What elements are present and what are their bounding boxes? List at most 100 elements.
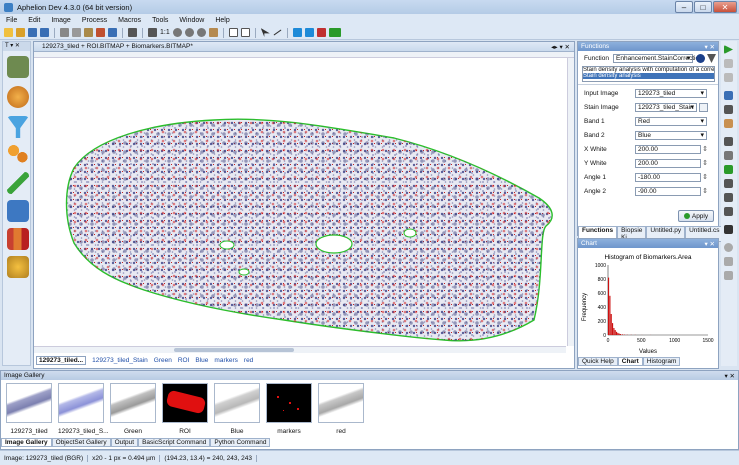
layers-icon[interactable] bbox=[304, 28, 314, 37]
chart-tool-icon[interactable] bbox=[7, 228, 29, 250]
filter-icon[interactable] bbox=[7, 116, 29, 138]
param-angle2-input[interactable]: -90.00 bbox=[635, 187, 708, 196]
function-select[interactable]: Enhancement.StainCorrection bbox=[613, 54, 703, 63]
thumb-roi[interactable] bbox=[162, 383, 208, 423]
window2-icon[interactable] bbox=[724, 193, 733, 202]
gamepad-icon[interactable] bbox=[724, 225, 733, 234]
open-icon[interactable] bbox=[16, 28, 25, 37]
tab-chart[interactable]: Chart bbox=[617, 357, 643, 366]
minimize-button[interactable]: – bbox=[675, 1, 693, 13]
tab-basicscript-command[interactable]: BasicScript Command bbox=[138, 438, 211, 447]
undo-icon[interactable] bbox=[96, 28, 105, 37]
menu-window[interactable]: Window bbox=[179, 17, 204, 24]
lasso-icon[interactable] bbox=[724, 257, 733, 266]
zoom-region-icon[interactable] bbox=[724, 105, 733, 114]
param-xwhite-input[interactable]: 200.00 bbox=[635, 145, 708, 154]
param-band1-select[interactable]: Red bbox=[635, 117, 707, 126]
param-band2-select[interactable]: Blue bbox=[635, 131, 707, 140]
particles-icon[interactable] bbox=[7, 144, 29, 166]
copy-icon[interactable] bbox=[72, 28, 81, 37]
menu-macros[interactable]: Macros bbox=[118, 17, 141, 24]
pin-icon[interactable] bbox=[707, 54, 716, 63]
tab-python-command[interactable]: Python Command bbox=[210, 438, 271, 447]
hand-icon[interactable] bbox=[724, 119, 733, 128]
param-stain-image-select[interactable]: 129273_tiled_Stain bbox=[635, 103, 697, 112]
save-icon[interactable] bbox=[28, 28, 37, 37]
doc-tab-markers[interactable]: markers bbox=[214, 357, 237, 364]
histogram-icon[interactable] bbox=[316, 28, 326, 37]
tab-output[interactable]: Output bbox=[110, 438, 139, 447]
overlay-icon[interactable] bbox=[292, 28, 302, 37]
menu-help[interactable]: Help bbox=[215, 17, 229, 24]
window-icon[interactable] bbox=[724, 179, 733, 188]
doc-tab-roi[interactable]: ROI bbox=[178, 357, 190, 364]
gears-icon[interactable] bbox=[7, 256, 29, 278]
zoom-out-icon[interactable] bbox=[184, 28, 194, 37]
help-icon[interactable] bbox=[696, 54, 705, 63]
menu-file[interactable]: File bbox=[6, 17, 17, 24]
doc-tab-129273-tiled[interactable]: 129273_tiled... bbox=[36, 355, 87, 365]
step-icon[interactable] bbox=[724, 73, 733, 82]
menu-edit[interactable]: Edit bbox=[28, 17, 40, 24]
menu-image[interactable]: Image bbox=[51, 17, 70, 24]
param-ywhite-input[interactable]: 200.00 bbox=[635, 159, 708, 168]
roi-icon[interactable] bbox=[328, 28, 341, 37]
new-icon[interactable] bbox=[4, 28, 13, 37]
camera-icon[interactable] bbox=[7, 56, 29, 78]
pencil-icon[interactable] bbox=[7, 172, 29, 194]
close-button[interactable]: ✕ bbox=[713, 1, 737, 13]
thumb-blue[interactable] bbox=[214, 383, 260, 423]
measure-icon[interactable] bbox=[128, 28, 137, 37]
menu-process[interactable]: Process bbox=[82, 17, 107, 24]
tab-image-gallery[interactable]: Image Gallery bbox=[1, 438, 52, 447]
tab-histogram[interactable]: Histogram bbox=[642, 357, 681, 366]
pause-icon[interactable] bbox=[724, 59, 733, 68]
doc-tab-blue[interactable]: Blue bbox=[195, 357, 208, 364]
thumb-129273-tiled-stain[interactable] bbox=[58, 383, 104, 423]
pointer-icon[interactable] bbox=[260, 28, 270, 37]
doc-tab-green[interactable]: Green bbox=[154, 357, 172, 364]
window-grid-icon[interactable] bbox=[240, 28, 250, 37]
zoom-1to1-button[interactable]: 1:1 bbox=[160, 29, 170, 36]
fit-icon[interactable] bbox=[148, 28, 157, 37]
tab-objectset-gallery[interactable]: ObjectSet Gallery bbox=[51, 438, 111, 447]
stain-browse-button[interactable] bbox=[699, 103, 708, 112]
image-canvas[interactable] bbox=[34, 58, 566, 348]
y-tick-label: 200 bbox=[598, 319, 607, 325]
crosshair-icon[interactable] bbox=[724, 137, 733, 146]
cursor-icon[interactable] bbox=[724, 91, 733, 100]
vertical-scrollbar[interactable] bbox=[567, 58, 574, 346]
zoom-in-icon[interactable] bbox=[172, 28, 182, 37]
document-window-buttons[interactable]: ◂▸ ▾ ✕ bbox=[551, 43, 574, 51]
redo-icon[interactable] bbox=[108, 28, 117, 37]
menu-tools[interactable]: Tools bbox=[152, 17, 168, 24]
thumb-129273-tiled[interactable] bbox=[6, 383, 52, 423]
run-icon[interactable] bbox=[724, 45, 733, 54]
line-tool-icon[interactable] bbox=[273, 29, 282, 36]
cut-icon[interactable] bbox=[60, 28, 69, 37]
horizontal-scrollbar[interactable] bbox=[34, 346, 566, 353]
save-all-icon[interactable] bbox=[40, 28, 49, 37]
classifier-icon[interactable] bbox=[7, 200, 29, 222]
doc-tab-stain[interactable]: 129273_tiled_Stain bbox=[92, 357, 148, 364]
thumb-markers[interactable] bbox=[266, 383, 312, 423]
circle-tool-icon[interactable] bbox=[724, 243, 733, 252]
pan-icon[interactable] bbox=[208, 28, 218, 37]
measure-tool-icon[interactable] bbox=[724, 151, 733, 160]
window3-icon[interactable] bbox=[724, 207, 733, 216]
sphere-icon[interactable] bbox=[7, 86, 29, 108]
param-angle1-input[interactable]: -180.00 bbox=[635, 173, 708, 182]
thumb-red[interactable] bbox=[318, 383, 364, 423]
window-single-icon[interactable] bbox=[228, 28, 238, 37]
maximize-button[interactable]: □ bbox=[694, 1, 712, 13]
doc-tab-red[interactable]: red bbox=[244, 357, 253, 364]
paste-icon[interactable] bbox=[84, 28, 93, 37]
functions-panel: Functions ▾ ✕ Function Enhancement.StainC… bbox=[577, 41, 724, 242]
zoom-icon[interactable] bbox=[196, 28, 206, 37]
tab-quick-help[interactable]: Quick Help bbox=[578, 357, 618, 366]
brush-icon[interactable] bbox=[724, 271, 733, 280]
region-icon[interactable] bbox=[724, 165, 733, 174]
param-input-image-select[interactable]: 129273_tiled bbox=[635, 89, 707, 98]
apply-button[interactable]: Apply bbox=[678, 210, 714, 222]
thumb-green[interactable] bbox=[110, 383, 156, 423]
